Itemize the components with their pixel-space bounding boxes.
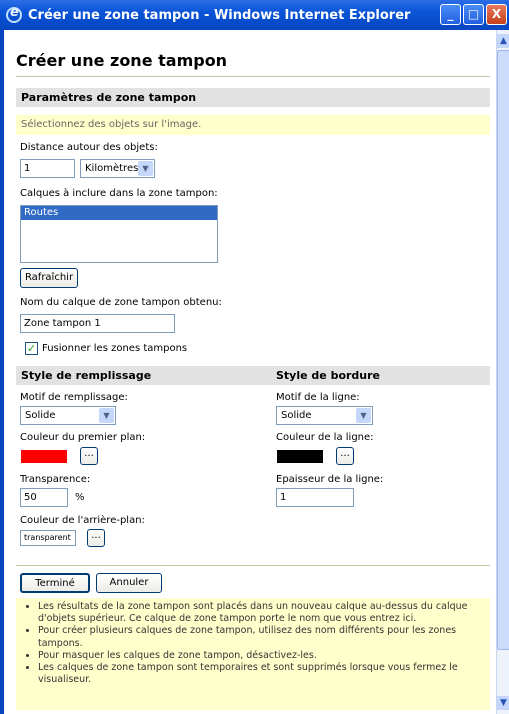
result-name-input[interactable]: Zone tampon 1 (20, 314, 175, 333)
help-item: Pour masquer les calques de zone tampon,… (38, 650, 486, 662)
distance-unit-select[interactable]: Kilomètres ▼ (80, 159, 155, 178)
refresh-button[interactable]: Rafraîchir (20, 268, 78, 288)
done-button[interactable]: Terminé (20, 573, 90, 593)
fg-color-picker-button[interactable]: ... (80, 447, 98, 465)
help-item: Les résultats de la zone tampon sont pla… (38, 601, 486, 625)
line-color-label: Couleur de la ligne: (276, 432, 374, 443)
page-title: Créer une zone tampon (16, 51, 228, 70)
transparency-unit: % (75, 492, 85, 503)
close-button[interactable]: X (486, 4, 507, 25)
line-thickness-input[interactable]: 1 (276, 488, 354, 507)
bg-color-label: Couleur de l'arrière-plan: (20, 515, 145, 526)
help-item: Pour créer plusieurs calques de zone tam… (38, 625, 486, 649)
help-panel: Les résultats de la zone tampon sont pla… (16, 598, 490, 710)
line-color-swatch (277, 450, 323, 463)
fg-color-swatch (21, 450, 67, 463)
bg-color-value: transparent (20, 530, 76, 546)
transparency-input[interactable]: 50 (20, 488, 68, 507)
maximize-button[interactable]: □ (463, 4, 484, 25)
internet-explorer-icon (6, 5, 22, 23)
line-pattern-select[interactable]: Solide ▼ (276, 406, 373, 425)
distance-unit-value: Kilomètres (85, 163, 139, 174)
window-titlebar: Créer une zone tampon - Windows Internet… (0, 0, 509, 30)
chevron-down-icon: ▼ (99, 408, 114, 423)
border-section-header: Style de bordure (276, 369, 381, 382)
help-list: Les résultats de la zone tampon sont pla… (24, 601, 486, 686)
window-title: Créer une zone tampon - Windows Internet… (28, 7, 411, 23)
title-divider (16, 76, 490, 77)
params-section-header: Paramètres de zone tampon (16, 88, 490, 107)
chevron-down-icon: ▼ (356, 408, 371, 423)
chevron-down-icon: ▼ (138, 161, 153, 176)
layer-item-routes[interactable]: Routes (21, 206, 217, 220)
minimize-button[interactable]: _ (440, 4, 461, 25)
line-color-picker-button[interactable]: ... (336, 447, 354, 465)
fill-pattern-label: Motif de remplissage: (20, 392, 128, 403)
line-pattern-value: Solide (281, 410, 312, 421)
result-name-label: Nom du calque de zone tampon obtenu: (20, 297, 222, 308)
distance-label: Distance autour des objets: (20, 142, 158, 153)
line-thickness-label: Epaisseur de la ligne: (276, 474, 384, 485)
fill-pattern-select[interactable]: Solide ▼ (20, 406, 116, 425)
buttons-divider (16, 565, 490, 566)
fill-pattern-value: Solide (25, 410, 56, 421)
cancel-button[interactable]: Annuler (96, 573, 162, 593)
fg-color-label: Couleur du premier plan: (20, 432, 146, 443)
bg-color-picker-button[interactable]: ... (87, 529, 105, 547)
transparency-label: Transparence: (20, 474, 91, 485)
help-item: Les calques de zone tampon sont temporai… (38, 662, 486, 686)
hint-text: Sélectionnez des objets sur l'image. (16, 115, 490, 135)
vertical-scrollbar[interactable]: ▲ ▼ (496, 30, 509, 714)
layers-listbox[interactable]: Routes (20, 205, 218, 263)
line-pattern-label: Motif de la ligne: (276, 392, 360, 403)
fill-section-header: Style de remplissage (21, 369, 152, 382)
window-controls: _ □ X (440, 4, 507, 25)
scroll-down-arrow-icon[interactable]: ▼ (497, 696, 509, 710)
distance-input[interactable]: 1 (20, 159, 75, 178)
layers-label: Calques à inclure dans la zone tampon: (20, 188, 218, 199)
scroll-up-arrow-icon[interactable]: ▲ (497, 34, 509, 48)
merge-label: Fusionner les zones tampons (42, 343, 188, 354)
merge-checkbox[interactable]: ✓ (25, 342, 38, 355)
scrollbar-thumb[interactable] (497, 50, 509, 650)
